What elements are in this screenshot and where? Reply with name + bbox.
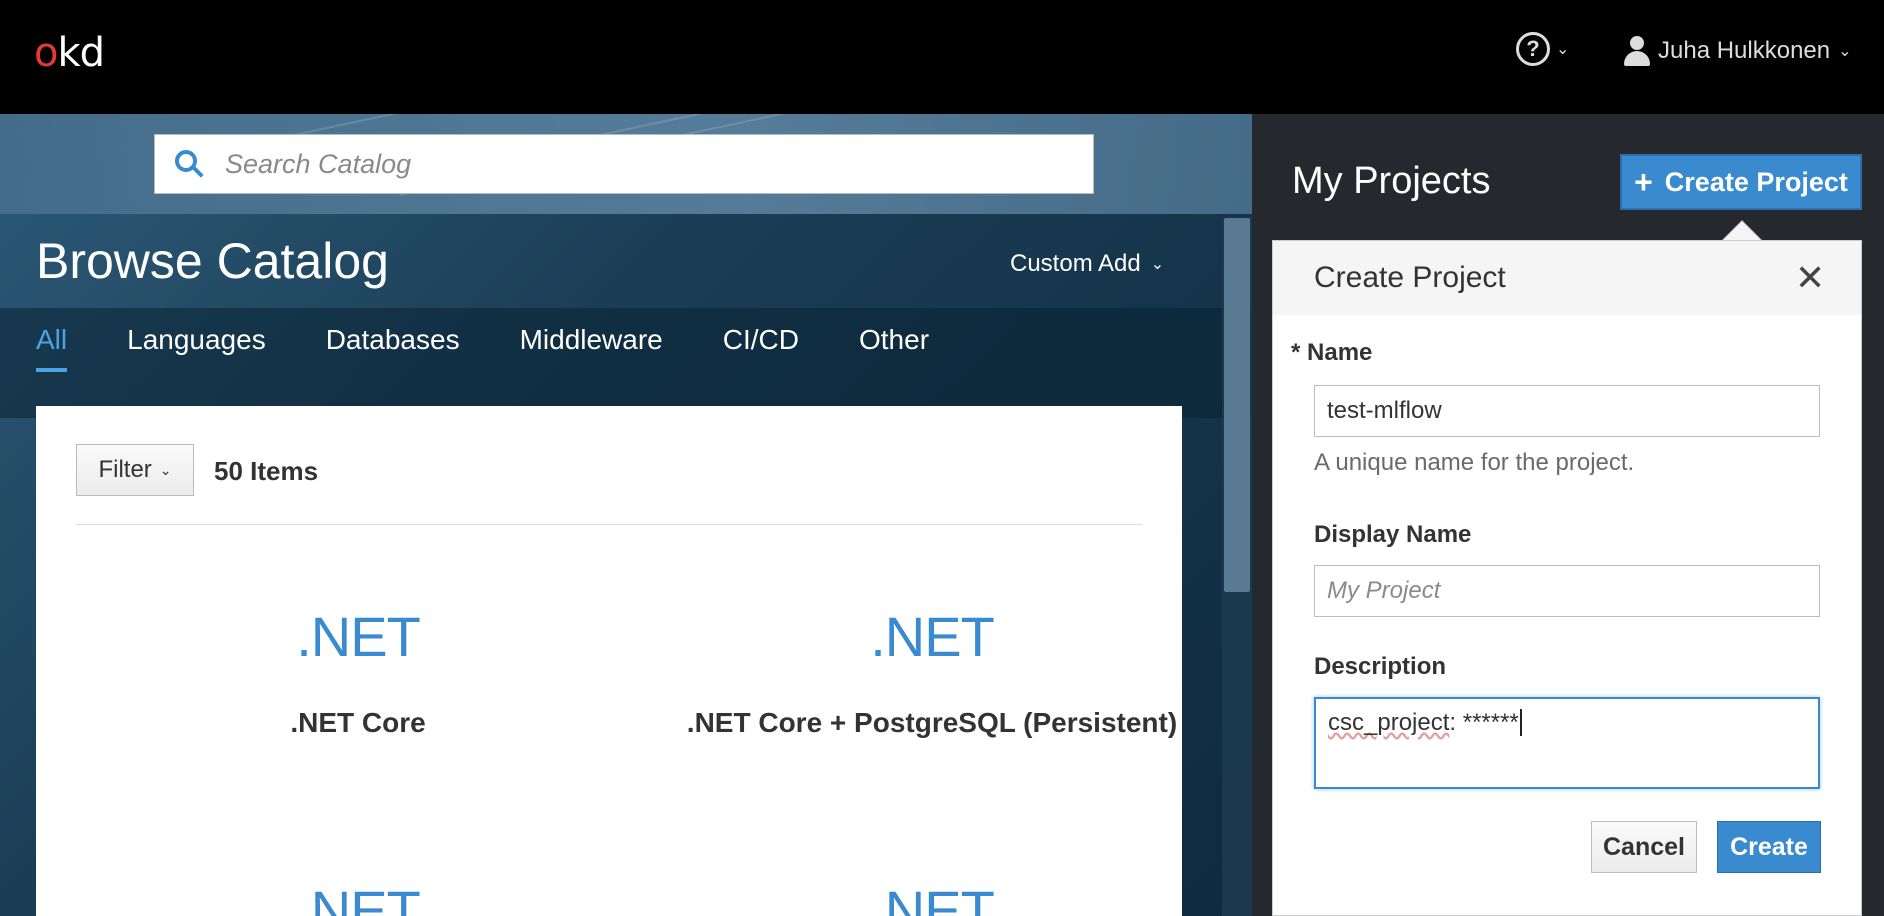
category-tabs: All Languages Databases Middleware CI/CD… bbox=[36, 324, 989, 372]
name-help-text: A unique name for the project. bbox=[1314, 449, 1635, 476]
scrollbar[interactable] bbox=[1222, 218, 1252, 916]
tab-other[interactable]: Other bbox=[859, 324, 929, 372]
description-key: csc_project bbox=[1328, 709, 1450, 736]
tab-all[interactable]: All bbox=[36, 324, 68, 372]
create-button[interactable]: Create bbox=[1717, 821, 1821, 873]
divider bbox=[76, 524, 1142, 525]
required-marker: * bbox=[1291, 339, 1301, 366]
dotnet-logo: .NET bbox=[296, 605, 421, 668]
search-input[interactable] bbox=[225, 148, 1065, 180]
display-name-field[interactable] bbox=[1314, 565, 1820, 617]
create-project-dialog: Create Project ✕ * Name A unique name fo… bbox=[1272, 240, 1862, 916]
page-title: Browse Catalog bbox=[36, 233, 389, 289]
catalog-card[interactable]: .NET .NET Core bbox=[78, 604, 638, 739]
logo-o: o bbox=[34, 30, 59, 76]
dotnet-logo: .NET bbox=[870, 879, 995, 916]
items-count: 50 Items bbox=[214, 456, 319, 486]
dotnet-logo: .NET bbox=[870, 605, 995, 668]
tab-languages[interactable]: Languages bbox=[127, 324, 266, 372]
help-icon: ? bbox=[1516, 32, 1550, 66]
catalog-card[interactable]: .NET bbox=[78, 878, 638, 916]
name-label: * Name bbox=[1291, 339, 1372, 367]
help-menu[interactable]: ? ⌄ bbox=[1516, 32, 1569, 66]
dialog-header: Create Project ✕ bbox=[1273, 241, 1861, 315]
chevron-down-icon: ⌄ bbox=[1150, 256, 1165, 273]
catalog-card[interactable]: .NET bbox=[652, 878, 1212, 916]
projects-title: My Projects bbox=[1292, 160, 1491, 202]
description-field[interactable]: csc_project: ****** bbox=[1314, 697, 1820, 789]
catalog-panel: Filter ⌄ 50 Items .NET .NET Core .NET .N… bbox=[36, 406, 1182, 916]
user-menu[interactable]: Juha Hulkkonen ⌄ bbox=[1624, 36, 1852, 66]
display-name-label: Display Name bbox=[1314, 521, 1472, 548]
user-name: Juha Hulkkonen bbox=[1658, 37, 1831, 64]
chevron-down-icon: ⌄ bbox=[1556, 41, 1570, 58]
logo-kd: kd bbox=[57, 30, 105, 76]
dialog-title: Create Project bbox=[1314, 261, 1506, 294]
okd-logo[interactable]: okd bbox=[34, 30, 105, 76]
chevron-down-icon: ⌄ bbox=[159, 461, 172, 478]
masthead: okd ? ⌄ Juha Hulkkonen ⌄ bbox=[0, 0, 1884, 114]
card-name: .NET Core + PostgreSQL (Persistent) bbox=[686, 707, 1178, 738]
card-name: .NET Core bbox=[290, 707, 426, 738]
catalog-area: Browse Catalog Custom Add ⌄ All Language… bbox=[0, 114, 1252, 916]
custom-add-dropdown[interactable]: Custom Add ⌄ bbox=[1010, 250, 1164, 278]
description-rest: : ****** bbox=[1449, 709, 1519, 736]
description-label: Description bbox=[1314, 653, 1447, 680]
name-field[interactable] bbox=[1314, 385, 1820, 437]
search-icon bbox=[175, 150, 204, 178]
user-icon bbox=[1624, 36, 1650, 66]
create-project-button[interactable]: + Create Project bbox=[1620, 154, 1862, 210]
catalog-card[interactable]: .NET .NET Core + PostgreSQL (Persistent) bbox=[652, 604, 1212, 739]
tab-databases[interactable]: Databases bbox=[326, 324, 460, 372]
custom-add-label: Custom Add bbox=[1010, 250, 1141, 277]
create-project-label: Create Project bbox=[1664, 166, 1848, 197]
catalog-search[interactable] bbox=[154, 134, 1094, 194]
tab-middleware[interactable]: Middleware bbox=[520, 324, 663, 372]
plus-icon: + bbox=[1634, 163, 1653, 200]
tab-cicd[interactable]: CI/CD bbox=[723, 324, 799, 372]
dotnet-logo: .NET bbox=[296, 879, 421, 916]
scroll-thumb[interactable] bbox=[1224, 218, 1250, 592]
name-label-text: Name bbox=[1307, 339, 1373, 366]
chevron-down-icon: ⌄ bbox=[1838, 43, 1852, 60]
cancel-button[interactable]: Cancel bbox=[1591, 821, 1697, 873]
filter-label: Filter bbox=[98, 456, 152, 483]
close-icon[interactable]: ✕ bbox=[1795, 257, 1825, 299]
filter-button[interactable]: Filter ⌄ bbox=[76, 444, 194, 496]
